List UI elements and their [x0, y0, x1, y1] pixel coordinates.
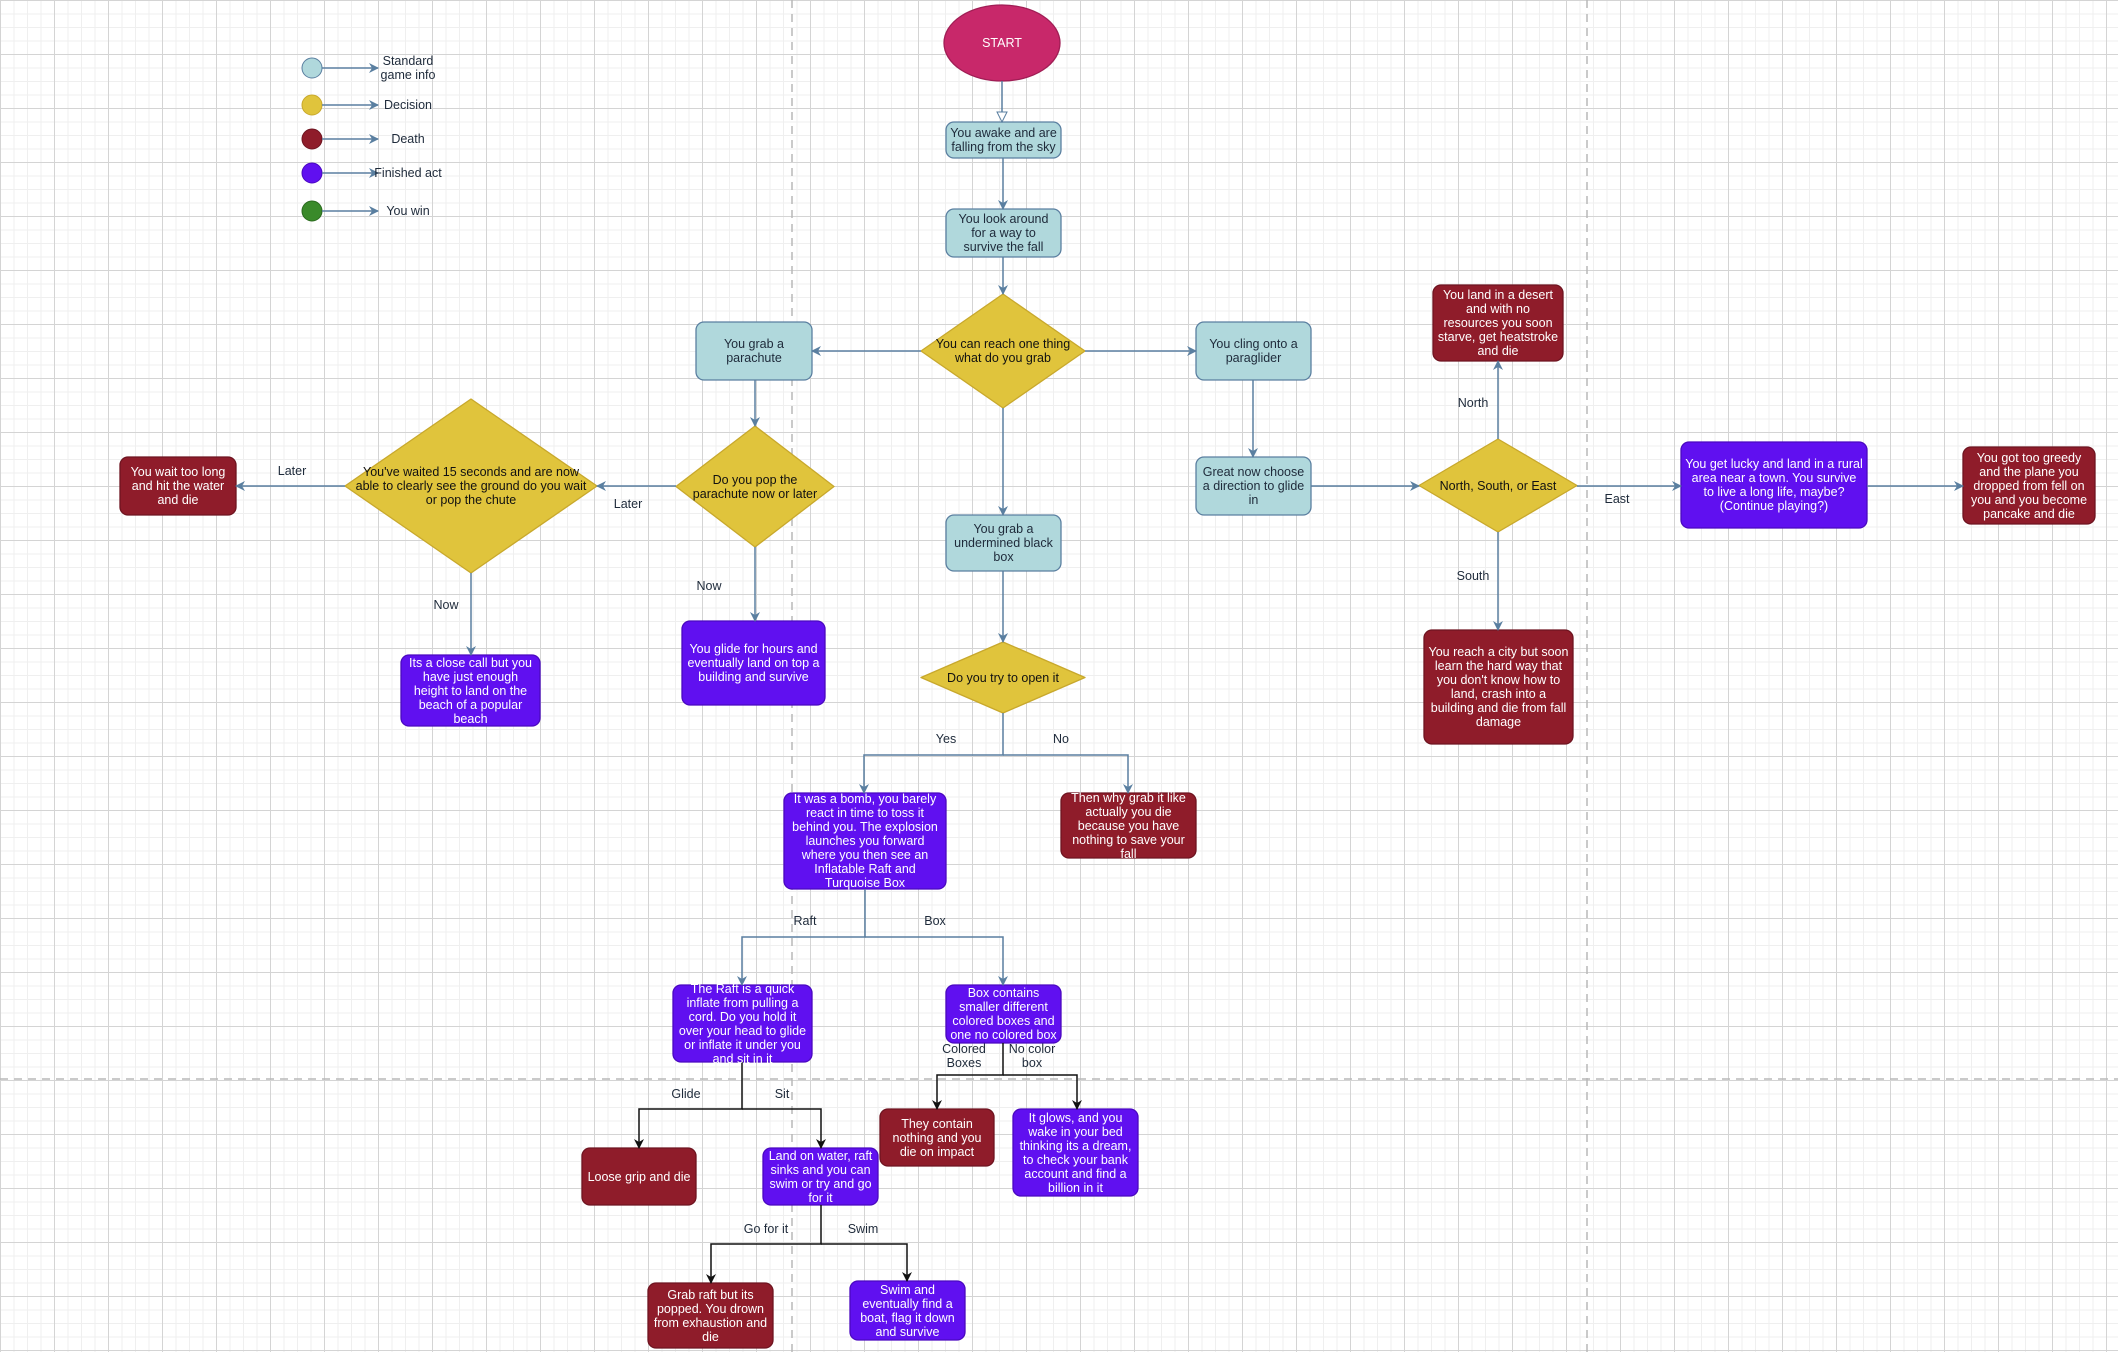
node-text: You look around for a way to survive the…: [958, 212, 1049, 254]
edge-label-east: East: [1604, 492, 1630, 506]
node-text: North, South, or East: [1439, 478, 1557, 493]
node-raft[interactable]: The Raft is a quick inflate from pulling…: [673, 982, 812, 1066]
node-text: The Raft is a quick inflate from pulling…: [678, 981, 807, 1066]
edge-label-no: No: [1053, 732, 1069, 746]
connector-arrow[interactable]: [821, 1243, 912, 1282]
edge-label-box: Box: [924, 914, 946, 928]
node-swim[interactable]: Swim and eventually find a boat, flag it…: [850, 1281, 965, 1340]
node-containnothing[interactable]: They contain nothing and you die on impa…: [880, 1109, 994, 1166]
node-glidehours[interactable]: You glide for hours and eventually land …: [682, 621, 825, 705]
node-text: You grab a parachute: [723, 337, 784, 365]
node-greedy[interactable]: You got too greedy and the plane you dro…: [1963, 447, 2095, 524]
edge-label-sit: Sit: [774, 1087, 790, 1101]
legend-swatch-win: [301, 200, 323, 222]
node-text: Do you pop the parachute now or later: [692, 472, 818, 501]
connector-arrow[interactable]: [1003, 754, 1133, 794]
node-landwater[interactable]: Land on water, raft sinks and you can sw…: [763, 1148, 878, 1205]
node-grabraft[interactable]: Grab raft but its popped. You drown from…: [648, 1283, 773, 1348]
node-text: You glide for hours and eventually land …: [687, 642, 820, 684]
connector-arrow[interactable]: [742, 1108, 826, 1149]
node-text: You wait too long and hit the water and …: [130, 465, 226, 507]
connector-arrow[interactable]: [865, 936, 1008, 986]
node-parachute[interactable]: You grab a parachute: [696, 322, 812, 380]
node-text: You reach a city but soon learn the hard…: [1428, 645, 1569, 729]
node-text: You awake and are falling from the sky: [950, 126, 1057, 154]
node-text: You land in a desert and with no resourc…: [1437, 288, 1559, 358]
node-loosegrip[interactable]: Loose grip and die: [582, 1148, 696, 1205]
node-reach[interactable]: You can reach one thing what do you grab: [924, 294, 1081, 408]
edge-label-north: North: [1457, 396, 1489, 410]
legend-swatch-info: [301, 57, 323, 79]
edge-label-later2: Later: [613, 497, 643, 511]
edge-label-swim: Swim: [847, 1222, 879, 1236]
legend-label-act: Finished act: [374, 166, 442, 180]
node-open[interactable]: Do you try to open it: [924, 642, 1081, 713]
edge-label-yes: Yes: [935, 732, 957, 746]
node-greatnow[interactable]: Great now choose a direction to glide in: [1196, 457, 1311, 515]
node-text: They contain nothing and you die on impa…: [892, 1116, 982, 1159]
connector-arrow[interactable]: [1003, 1074, 1082, 1110]
node-whygrab[interactable]: Then why grab it like actually you die b…: [1061, 790, 1196, 861]
node-awake[interactable]: You awake and are falling from the sky: [946, 122, 1061, 158]
node-blackbox[interactable]: You grab a undermined black box: [946, 515, 1061, 571]
node-text: It was a bomb, you barely react in time …: [792, 792, 938, 890]
node-text: You've waited 15 seconds and are now abl…: [355, 465, 587, 507]
connector-arrow[interactable]: [737, 889, 866, 986]
node-text: Swim and eventually find a boat, flag it…: [860, 1282, 955, 1339]
node-text: It glows, and you wake in your bed think…: [1019, 1110, 1132, 1195]
edge-label-gofor: Go for it: [743, 1222, 789, 1236]
node-desert[interactable]: You land in a desert and with no resourc…: [1433, 285, 1563, 361]
connector-arrow[interactable]: [859, 713, 1004, 794]
legend-label-decision: Decision: [384, 98, 432, 112]
node-closecall[interactable]: Its a close call but you have just enoug…: [401, 655, 540, 726]
node-lucky[interactable]: You get lucky and land in a rural area n…: [1681, 442, 1867, 528]
node-waittoolong[interactable]: You wait too long and hit the water and …: [120, 457, 236, 515]
node-text: You cling onto a paraglider: [1209, 337, 1298, 365]
edge-label-later1: Later: [277, 464, 307, 478]
node-text: START: [982, 36, 1022, 50]
node-text: Great now choose a direction to glide in: [1202, 465, 1305, 507]
edge-label-raft: Raft: [793, 914, 817, 928]
node-text: You got too greedy and the plane you dro…: [1970, 450, 2088, 521]
node-text: Grab raft but its popped. You drown from…: [653, 1287, 768, 1344]
node-start[interactable]: START: [944, 5, 1060, 81]
node-text: Its a close call but you have just enoug…: [409, 655, 532, 726]
legend-swatch-act: [301, 162, 323, 184]
edge-label-colored: Colored Boxes: [942, 1042, 986, 1070]
edge-label-nocolor: No color box: [1008, 1042, 1056, 1070]
node-text: Loose grip and die: [587, 1169, 691, 1184]
node-text: You get lucky and land in a rural area n…: [1685, 457, 1863, 513]
node-look[interactable]: You look around for a way to survive the…: [946, 209, 1061, 257]
node-waited[interactable]: You've waited 15 seconds and are now abl…: [350, 399, 592, 573]
connector-arrow[interactable]: [706, 1205, 822, 1284]
legend-label-win: You win: [386, 204, 430, 218]
node-text: Do you try to open it: [947, 670, 1059, 685]
node-nse[interactable]: North, South, or East: [1422, 439, 1574, 532]
edge-label-now1: Now: [433, 598, 459, 612]
edge-label-glide: Glide: [671, 1087, 701, 1101]
legend-label-info: Standard game info: [380, 54, 436, 82]
node-text: You can reach one thing what do you grab: [935, 337, 1071, 365]
node-bomb[interactable]: It was a bomb, you barely react in time …: [784, 792, 946, 890]
legend-swatch-death: [301, 128, 323, 150]
node-paraglider[interactable]: You cling onto a paraglider: [1196, 322, 1311, 380]
node-pop[interactable]: Do you pop the parachute now or later: [679, 426, 831, 547]
node-text: Land on water, raft sinks and you can sw…: [768, 1148, 873, 1205]
node-text: You grab a undermined black box: [954, 522, 1053, 564]
node-text: Then why grab it like actually you die b…: [1071, 790, 1186, 861]
legend-label-death: Death: [391, 132, 425, 146]
node-city[interactable]: You reach a city but soon learn the hard…: [1424, 630, 1573, 744]
edge-label-now2: Now: [696, 579, 722, 593]
edge-label-south: South: [1456, 569, 1490, 583]
node-text: Box contains smaller different colored b…: [950, 986, 1057, 1042]
node-boxcontains[interactable]: Box contains smaller different colored b…: [946, 985, 1061, 1043]
node-glows[interactable]: It glows, and you wake in your bed think…: [1013, 1109, 1138, 1196]
connector-arrow[interactable]: [634, 1062, 743, 1149]
legend-swatch-decision: [301, 94, 323, 116]
